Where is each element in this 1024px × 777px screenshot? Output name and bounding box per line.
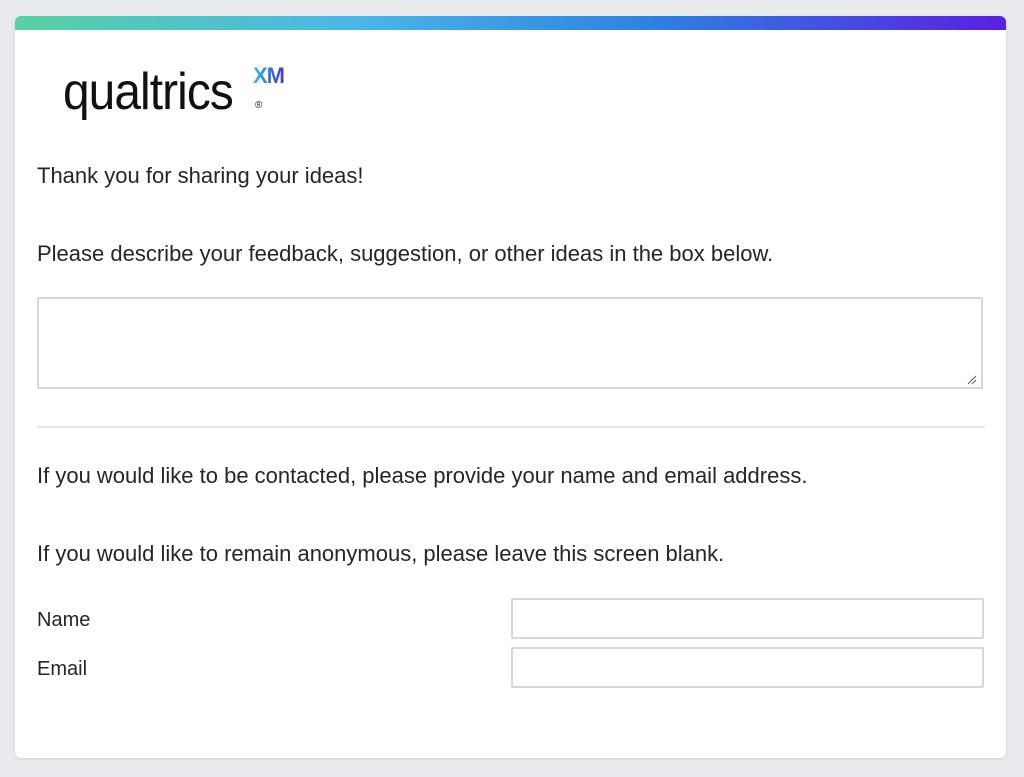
- brand-gradient-bar: [15, 16, 1006, 30]
- logo-registered-mark: ®: [255, 100, 263, 111]
- resize-grip-icon[interactable]: [967, 375, 977, 385]
- section-divider: [37, 426, 985, 428]
- name-label: Name: [37, 609, 91, 631]
- name-input[interactable]: [511, 598, 984, 639]
- anonymous-prompt: If you would like to remain anonymous, p…: [37, 541, 725, 566]
- thank-you-text: Thank you for sharing your ideas!: [37, 163, 364, 188]
- logo-xm-mark: XM: [253, 63, 285, 88]
- email-input[interactable]: [511, 647, 984, 688]
- qualtrics-logo: qualtrics ® XM: [63, 62, 313, 142]
- feedback-prompt: Please describe your feedback, suggestio…: [37, 241, 774, 266]
- contact-prompt: If you would like to be contacted, pleas…: [37, 463, 808, 488]
- logo-wordmark: qualtrics: [63, 63, 234, 121]
- survey-card: qualtrics ® XM Thank you for sharing you…: [15, 16, 1006, 758]
- email-label: Email: [37, 658, 88, 680]
- feedback-textarea[interactable]: [37, 297, 983, 389]
